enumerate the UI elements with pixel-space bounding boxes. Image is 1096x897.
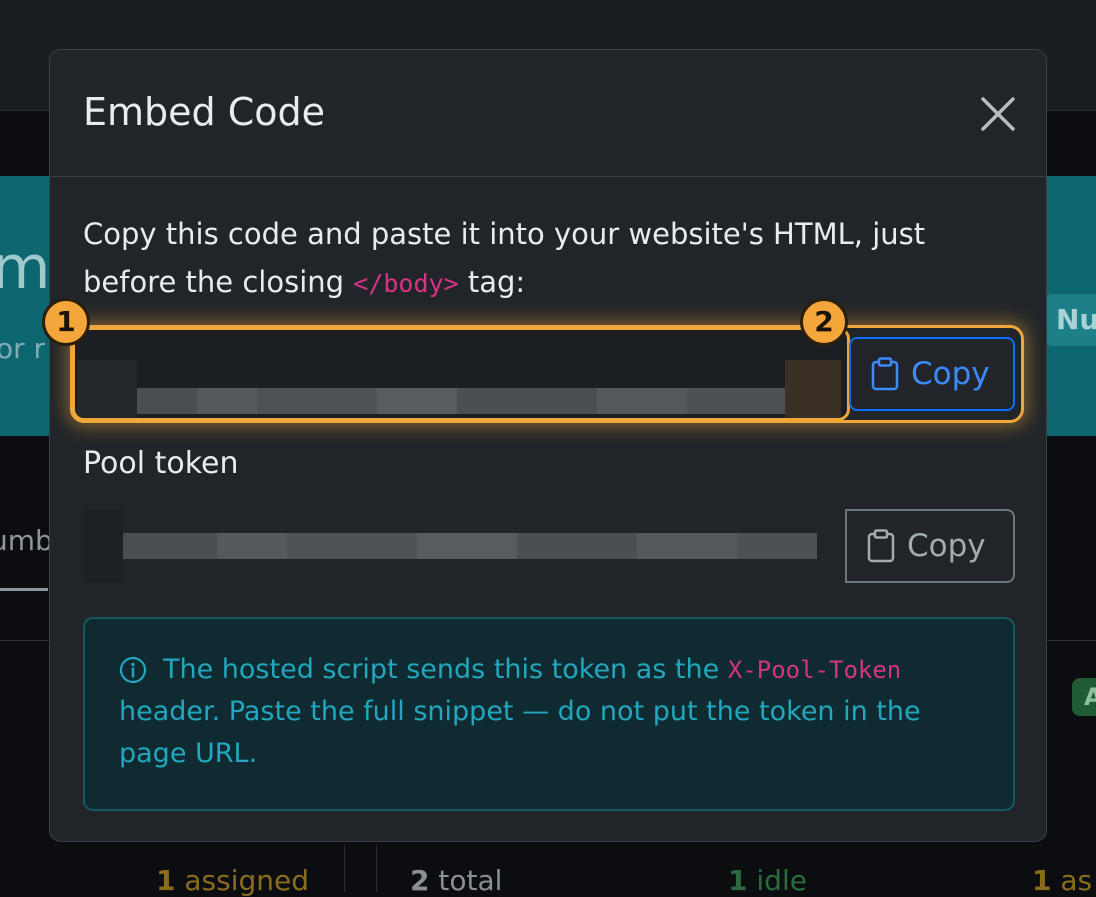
pool-token-field[interactable] xyxy=(83,509,845,583)
redacted-content xyxy=(637,533,737,559)
stat-label: as xyxy=(1060,864,1093,897)
redacted-content xyxy=(377,388,457,414)
background-status-pill: A xyxy=(1072,678,1096,716)
redacted-content xyxy=(785,360,841,418)
x-pool-token-code: X-Pool-Token xyxy=(727,656,902,684)
embed-code-modal: Embed Code Copy this code and paste it i… xyxy=(42,49,1047,842)
background-stat: 2 total xyxy=(410,864,502,897)
modal-title: Embed Code xyxy=(83,90,326,134)
redacted-content xyxy=(417,533,517,559)
intro-text: Copy this code and paste it into your we… xyxy=(83,210,1023,308)
info-text-after: header. Paste the full snippet — do not … xyxy=(119,696,921,769)
background-hero-badge: Nu xyxy=(1046,294,1096,346)
redacted-content xyxy=(287,533,417,559)
info-text: The hosted script sends this token as th… xyxy=(119,649,989,775)
redacted-content xyxy=(737,533,817,559)
close-button[interactable] xyxy=(978,94,1018,134)
redacted-content xyxy=(517,533,637,559)
step-marker-2: 2 xyxy=(800,298,848,346)
info-alert: The hosted script sends this token as th… xyxy=(83,617,1015,811)
redacted-content xyxy=(77,360,137,418)
redacted-content xyxy=(197,388,257,414)
stat-count: 1 xyxy=(1032,864,1052,897)
stat-label: assigned xyxy=(184,864,310,897)
embed-code-field[interactable] xyxy=(72,327,850,421)
background-stat: 1 as xyxy=(1032,864,1092,897)
redacted-content xyxy=(107,533,217,559)
stat-count: 2 xyxy=(410,864,430,897)
stat-count: 1 xyxy=(156,864,176,897)
copy-pool-token-label: Copy xyxy=(907,528,986,564)
copy-embed-label: Copy xyxy=(911,356,990,392)
step-marker-1: 1 xyxy=(42,298,90,346)
redacted-content xyxy=(597,388,687,414)
clipboard-icon xyxy=(867,529,895,563)
redacted-content xyxy=(457,388,597,414)
modal-header: Embed Code xyxy=(50,50,1046,177)
redacted-content xyxy=(217,533,287,559)
redacted-content xyxy=(257,388,377,414)
intro-text-after: tag: xyxy=(458,265,526,299)
stat-label: total xyxy=(438,864,503,897)
body-tag-code: </body> xyxy=(353,269,459,298)
stat-label: idle xyxy=(756,864,807,897)
copy-embed-button[interactable]: Copy xyxy=(849,337,1015,411)
background-column-line xyxy=(344,845,345,892)
background-tab: umb xyxy=(0,524,53,557)
background-stat: 1 assigned xyxy=(156,864,309,897)
info-text-before: The hosted script sends this token as th… xyxy=(163,654,728,685)
copy-pool-token-button[interactable]: Copy xyxy=(845,509,1015,583)
pool-token-label: Pool token xyxy=(83,446,239,481)
background-column-line xyxy=(376,845,377,892)
background-stat: 1 idle xyxy=(728,864,807,897)
background-hero-subtitle: or r xyxy=(0,332,46,365)
clipboard-icon xyxy=(871,357,899,391)
close-icon xyxy=(981,97,1015,131)
redacted-content xyxy=(83,509,123,583)
stat-count: 1 xyxy=(728,864,748,897)
background-tab-underline xyxy=(0,588,48,591)
